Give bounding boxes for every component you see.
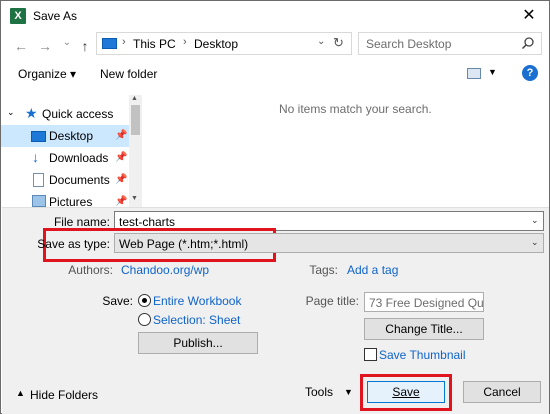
tools-menu[interactable]: Tools: [305, 385, 333, 399]
back-arrow-icon[interactable]: ←: [12, 37, 30, 55]
change-view-icon[interactable]: [467, 68, 481, 79]
entire-workbook-label[interactable]: Entire Workbook: [153, 294, 241, 308]
refresh-icon[interactable]: ↻: [333, 35, 344, 51]
sidebar-item-downloads[interactable]: ↓ Downloads 📌: [1, 147, 129, 169]
publish-button[interactable]: Publish...: [138, 332, 258, 354]
sidebar-item-label: Desktop: [49, 129, 94, 143]
scroll-thumb[interactable]: [131, 105, 140, 135]
chevron-right-icon: ›: [122, 36, 126, 48]
this-pc-icon: [102, 38, 117, 49]
authors-value[interactable]: Chandoo.org/wp: [121, 263, 209, 277]
save-as-type-value: Web Page (*.htm;*.html): [119, 237, 249, 251]
file-name-input[interactable]: test-charts: [119, 215, 175, 229]
title-bar: X Save As ✕: [1, 1, 549, 31]
entire-workbook-radio[interactable]: [138, 294, 151, 307]
sidebar-item-desktop[interactable]: Desktop 📌: [1, 125, 129, 147]
empty-results-message: No items match your search.: [279, 102, 432, 116]
publish-button-label: Publish...: [173, 336, 223, 350]
save-options-panel: File name: test-charts ⌄ Save as type: W…: [2, 207, 549, 414]
chevron-down-icon[interactable]: ⌄: [317, 36, 325, 47]
window-title: Save As: [33, 9, 78, 23]
page-title-label: Page title:: [305, 294, 359, 308]
up-arrow-icon[interactable]: ↑: [76, 37, 94, 55]
selection-sheet-radio[interactable]: [138, 313, 151, 326]
search-icon[interactable]: [521, 36, 535, 50]
breadcrumb-this-pc[interactable]: This PC: [133, 37, 176, 51]
recent-locations-icon[interactable]: ⌄: [58, 34, 76, 52]
star-icon: ★: [25, 105, 38, 121]
save-as-type-select[interactable]: Web Page (*.htm;*.html) ⌄: [114, 233, 544, 253]
selection-sheet-label[interactable]: Selection: Sheet: [153, 313, 240, 327]
pictures-icon: [32, 195, 46, 207]
chevron-down-icon[interactable]: ▼: [488, 67, 497, 77]
sidebar-item-label: Pictures: [49, 195, 93, 207]
pin-icon[interactable]: 📌: [115, 196, 127, 207]
sidebar-item-label: Documents: [49, 173, 110, 187]
desktop-icon: [31, 131, 46, 142]
chevron-down-icon[interactable]: ▼: [344, 387, 353, 397]
save-thumbnail-label[interactable]: Save Thumbnail: [379, 348, 466, 362]
cancel-button-label: Cancel: [483, 385, 521, 399]
navigation-scrollbar[interactable]: ▲ ▼: [129, 95, 142, 207]
address-bar[interactable]: › This PC › Desktop ⌄ ↻: [96, 32, 352, 55]
save-button-label: Save: [392, 385, 420, 399]
breadcrumb-desktop[interactable]: Desktop: [194, 37, 238, 51]
search-input[interactable]: Search Desktop: [366, 37, 451, 51]
sidebar-item-label: Quick access: [42, 107, 114, 121]
change-title-button-label: Change Title...: [385, 322, 463, 336]
save-scope-label: Save:: [102, 294, 133, 308]
forward-arrow-icon[interactable]: →: [36, 37, 54, 55]
sidebar-item-documents[interactable]: Documents 📌: [1, 169, 129, 191]
new-folder-button[interactable]: New folder: [100, 67, 157, 81]
save-as-dialog: X Save As ✕ ← → ⌄ ↑ › This PC › Desktop …: [0, 0, 550, 414]
sidebar-item-label: Downloads: [49, 151, 109, 165]
search-box[interactable]: Search Desktop: [358, 32, 542, 55]
pin-icon[interactable]: 📌: [115, 174, 127, 185]
scroll-up-icon[interactable]: ▲: [131, 95, 138, 102]
cancel-button[interactable]: Cancel: [463, 381, 541, 403]
page-title-field[interactable]: 73 Free Designed Quality: [364, 292, 484, 312]
help-icon[interactable]: ?: [522, 65, 538, 81]
tags-input[interactable]: Add a tag: [347, 263, 398, 277]
sidebar-item-pictures[interactable]: Pictures 📌: [1, 191, 129, 207]
scroll-down-icon[interactable]: ▼: [131, 195, 138, 202]
authors-label: Authors:: [68, 263, 113, 277]
chevron-down-icon[interactable]: ⌄: [7, 107, 15, 118]
save-thumbnail-checkbox[interactable]: [364, 348, 377, 361]
navigation-pane: ⌄ ★ Quick access Desktop 📌 ↓ Downloads 📌…: [1, 95, 142, 207]
chevron-right-icon: ›: [183, 36, 187, 48]
excel-icon: X: [10, 8, 26, 24]
file-name-label: File name:: [53, 215, 110, 229]
save-as-type-label: Save as type:: [37, 237, 110, 251]
save-button[interactable]: Save: [367, 381, 445, 403]
document-icon: [33, 173, 44, 187]
download-icon: ↓: [32, 149, 39, 165]
organize-button[interactable]: Organize ▾: [18, 67, 76, 81]
close-icon[interactable]: ✕: [515, 5, 543, 27]
chevron-down-icon[interactable]: ⌄: [531, 237, 539, 248]
hide-folders-button[interactable]: Hide Folders: [30, 388, 98, 402]
sidebar-item-quick-access[interactable]: ⌄ ★ Quick access: [1, 103, 129, 125]
tags-label: Tags:: [309, 263, 338, 277]
chevron-down-icon[interactable]: ⌄: [531, 215, 539, 226]
pin-icon[interactable]: 📌: [115, 152, 127, 163]
pin-icon[interactable]: 📌: [115, 130, 127, 141]
chevron-up-icon[interactable]: ▲: [16, 388, 25, 398]
change-title-button[interactable]: Change Title...: [364, 318, 484, 340]
